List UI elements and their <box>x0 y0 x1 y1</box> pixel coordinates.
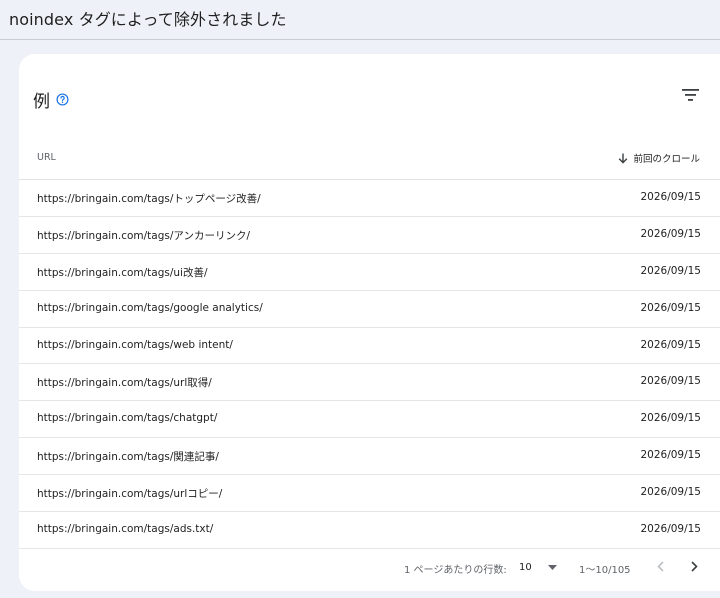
row-last-crawl-date: 2026/09/15 <box>640 412 701 425</box>
caret-down-icon <box>547 564 557 570</box>
rows-per-page-select[interactable]: 10 <box>519 558 557 576</box>
table-row[interactable]: https://bringain.com/tags/web intent/202… <box>19 328 720 365</box>
rows-per-page-value: 10 <box>519 561 532 573</box>
pagination: 1 ページあたりの行数: 10 1〜10/105 <box>19 550 720 590</box>
row-last-crawl-date: 2026/09/15 <box>640 523 701 536</box>
row-last-crawl-date: 2026/09/15 <box>640 191 701 203</box>
row-url: https://bringain.com/tags/chatgpt/ <box>37 412 218 425</box>
url-table: URL 前回のクロール https://bringain.com/tags/トッ… <box>19 144 720 549</box>
table-header: URL 前回のクロール <box>19 144 720 180</box>
row-last-crawl-date: 2026/09/15 <box>640 338 701 351</box>
row-last-crawl-date: 2026/09/15 <box>640 449 701 462</box>
table-row[interactable]: https://bringain.com/tags/url取得/2026/09/… <box>19 364 720 402</box>
page-header: noindex タグによって除外されました <box>0 0 720 40</box>
previous-page-button[interactable] <box>652 556 668 576</box>
table-row[interactable]: https://bringain.com/tags/ui改善/2026/09/1… <box>19 254 720 291</box>
row-last-crawl-date: 2026/09/15 <box>640 486 701 499</box>
help-circle-icon[interactable] <box>56 93 69 106</box>
row-url: https://bringain.com/tags/url取得/ <box>37 377 212 390</box>
row-last-crawl-date: 2026/09/15 <box>640 301 701 314</box>
row-url: https://bringain.com/tags/アンカーリンク/ <box>37 229 251 242</box>
filter-list-icon[interactable] <box>682 88 699 102</box>
card-header: 例 <box>19 54 720 144</box>
row-url: https://bringain.com/tags/ui改善/ <box>37 266 208 279</box>
row-url: https://bringain.com/tags/web intent/ <box>37 338 233 351</box>
table-row[interactable]: https://bringain.com/tags/chatgpt/2026/0… <box>19 401 720 439</box>
chevron-left-icon <box>656 560 664 572</box>
table-row[interactable]: https://bringain.com/tags/関連記事/2026/09/1… <box>19 438 720 476</box>
row-last-crawl-date: 2026/09/15 <box>640 264 701 277</box>
column-header-url[interactable]: URL <box>37 152 56 163</box>
row-url: https://bringain.com/tags/トップページ改善/ <box>37 193 261 205</box>
row-last-crawl-date: 2026/09/15 <box>640 375 701 388</box>
pagination-range: 1〜10/105 <box>579 565 631 576</box>
table-row[interactable]: https://bringain.com/tags/ads.txt/2026/0… <box>19 512 720 549</box>
table-row[interactable]: https://bringain.com/tags/urlコピー/2026/09… <box>19 475 720 513</box>
examples-card: 例 URL 前回のクロール https://bringain.com/tags/… <box>19 54 720 591</box>
row-url: https://bringain.com/tags/urlコピー/ <box>37 488 223 501</box>
row-url: https://bringain.com/tags/ads.txt/ <box>37 523 214 536</box>
table-row[interactable]: https://bringain.com/tags/トップページ改善/2026/… <box>19 180 720 217</box>
rows-per-page-label: 1 ページあたりの行数: <box>404 565 507 576</box>
chevron-right-icon <box>690 560 698 572</box>
row-url: https://bringain.com/tags/関連記事/ <box>37 451 219 464</box>
arrow-down-icon <box>619 153 628 164</box>
column-header-last-crawl-label: 前回のクロール <box>633 154 700 165</box>
next-page-button[interactable] <box>686 556 702 576</box>
card-title: 例 <box>33 92 50 112</box>
column-header-last-crawl[interactable]: 前回のクロール <box>618 151 700 165</box>
table-body: https://bringain.com/tags/トップページ改善/2026/… <box>19 180 720 549</box>
table-row[interactable]: https://bringain.com/tags/google analyti… <box>19 291 720 328</box>
row-url: https://bringain.com/tags/google analyti… <box>37 301 263 314</box>
row-last-crawl-date: 2026/09/15 <box>640 227 701 240</box>
table-row[interactable]: https://bringain.com/tags/アンカーリンク/2026/0… <box>19 217 720 254</box>
page-title: noindex タグによって除外されました <box>9 10 287 29</box>
